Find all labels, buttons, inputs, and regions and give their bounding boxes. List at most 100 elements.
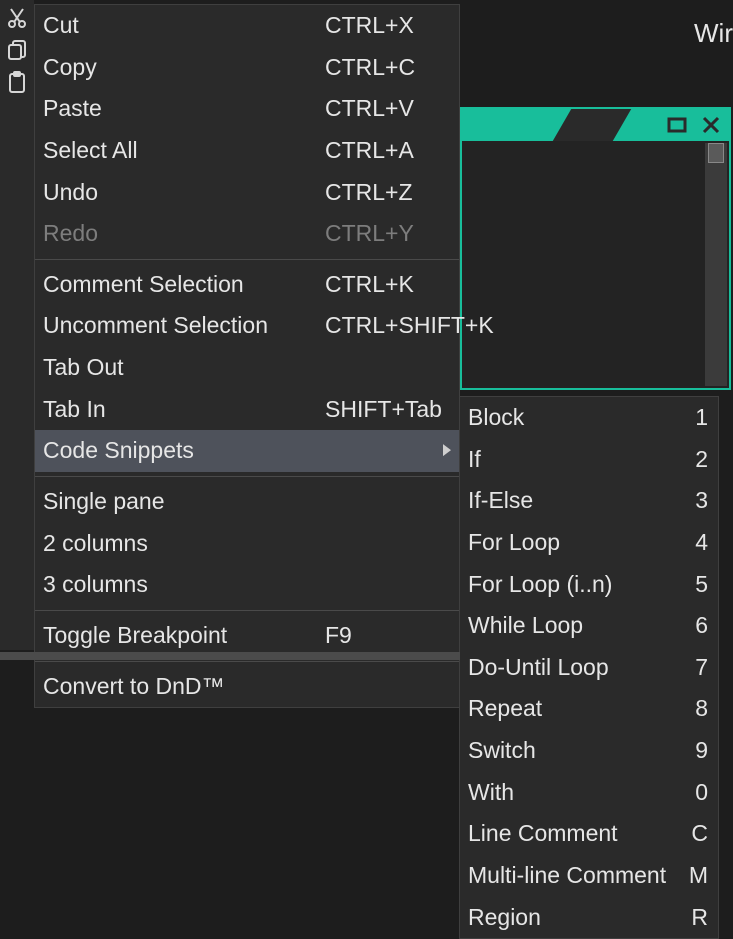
- menu-item-label: Toggle Breakpoint: [43, 618, 227, 654]
- menu-item-label: With: [468, 775, 514, 811]
- menu-item-uncomment[interactable]: Uncomment SelectionCTRL+SHIFT+K: [35, 305, 459, 347]
- menu-item-comment[interactable]: Comment Selection CTRL+K: [35, 264, 459, 306]
- cut-icon[interactable]: [5, 6, 29, 30]
- menu-item-label: Paste: [43, 91, 102, 127]
- menu-item-label: Uncomment Selection: [43, 308, 268, 344]
- close-icon[interactable]: [701, 115, 721, 135]
- menu-item-label: Comment Selection: [43, 267, 244, 303]
- menu-item-label: Select All: [43, 133, 138, 169]
- menu-item-shortcut: C: [691, 816, 708, 852]
- menu-item-label: Region: [468, 900, 541, 936]
- menu-item-repeat[interactable]: Repeat 8: [460, 688, 718, 730]
- menu-item-dnd[interactable]: Convert to DnD™: [35, 666, 459, 708]
- menu-item-dountil[interactable]: Do-Until Loop 7: [460, 647, 718, 689]
- menu-item-pane3[interactable]: 3 columns: [35, 564, 459, 606]
- menu-item-shortcut: CTRL+V: [325, 91, 414, 127]
- menu-item-label: While Loop: [468, 608, 583, 644]
- menu-item-copy[interactable]: Copy CTRL+C: [35, 47, 459, 89]
- scrollbar[interactable]: [705, 143, 727, 386]
- menu-item-region[interactable]: Region R: [460, 897, 718, 939]
- menu-item-label: Undo: [43, 175, 98, 211]
- menu-item-label: 2 columns: [43, 526, 148, 562]
- menu-separator: [35, 476, 459, 477]
- partial-title: Wir: [694, 18, 733, 49]
- panel-strip: [0, 652, 460, 660]
- menu-item-undo[interactable]: Undo CTRL+Z: [35, 172, 459, 214]
- menu-item-shortcut: 0: [695, 775, 708, 811]
- menu-item-label: Code Snippets: [43, 433, 194, 469]
- menu-item-shortcut: M: [689, 858, 708, 894]
- menu-item-cut[interactable]: Cut CTRL+X: [35, 5, 459, 47]
- menu-item-shortcut: CTRL+Y: [325, 216, 414, 252]
- menu-item-for[interactable]: For Loop 4: [460, 522, 718, 564]
- menu-item-shortcut: R: [691, 900, 708, 936]
- menu-item-tab-in[interactable]: Tab In SHIFT+Tab: [35, 389, 459, 431]
- menu-item-shortcut: CTRL+K: [325, 267, 414, 303]
- maximize-icon[interactable]: [667, 115, 687, 135]
- menu-item-label: Copy: [43, 50, 97, 86]
- menu-item-while[interactable]: While Loop 6: [460, 605, 718, 647]
- menu-item-snippets[interactable]: Code Snippets: [35, 430, 459, 472]
- menu-item-label: Multi-line Comment: [468, 858, 666, 894]
- menu-item-label: Convert to DnD™: [43, 669, 225, 705]
- menu-item-label: Line Comment: [468, 816, 618, 852]
- menu-item-label: Tab In: [43, 392, 106, 428]
- menu-item-shortcut: CTRL+Z: [325, 175, 413, 211]
- menu-item-label: If: [468, 442, 481, 478]
- menu-separator: [35, 259, 459, 260]
- menu-item-label: Single pane: [43, 484, 165, 520]
- menu-item-label: For Loop (i..n): [468, 567, 612, 603]
- menu-item-label: Switch: [468, 733, 536, 769]
- menu-item-shortcut: CTRL+X: [325, 8, 414, 44]
- menu-item-shortcut: 7: [695, 650, 708, 686]
- titlebar-notch: [553, 109, 631, 141]
- menu-item-pane2[interactable]: 2 columns: [35, 523, 459, 565]
- menu-item-block[interactable]: Block 1: [460, 397, 718, 439]
- menu-separator: [35, 661, 459, 662]
- menu-item-forn[interactable]: For Loop (i..n) 5: [460, 564, 718, 606]
- menu-item-paste[interactable]: Paste CTRL+V: [35, 88, 459, 130]
- menu-item-shortcut: 4: [695, 525, 708, 561]
- context-menu: CutCTRL+XCopyCTRL+CPasteCTRL+VSelect All…: [34, 4, 460, 708]
- menu-item-shortcut: 1: [695, 400, 708, 436]
- menu-item-switch[interactable]: Switch 9: [460, 730, 718, 772]
- snippets-submenu: Block1If2If-Else3For Loop4For Loop (i..n…: [459, 396, 719, 939]
- menu-item-shortcut: 9: [695, 733, 708, 769]
- editor-titlebar: [462, 109, 729, 141]
- menu-item-label: 3 columns: [43, 567, 148, 603]
- menu-item-label: For Loop: [468, 525, 560, 561]
- menu-item-lcomment[interactable]: Line Comment C: [460, 813, 718, 855]
- menu-item-label: If-Else: [468, 483, 533, 519]
- menu-item-label: Do-Until Loop: [468, 650, 609, 686]
- menu-item-breakpoint[interactable]: Toggle Breakpoint F9: [35, 615, 459, 657]
- chevron-right-icon: [441, 433, 453, 469]
- menu-item-if[interactable]: If 2: [460, 439, 718, 481]
- menu-item-shortcut: 6: [695, 608, 708, 644]
- menu-item-mcomment[interactable]: Multi-line Comment M: [460, 855, 718, 897]
- menu-item-redo: Redo CTRL+Y: [35, 213, 459, 255]
- editor-window: [460, 107, 731, 390]
- menu-item-with[interactable]: With 0: [460, 772, 718, 814]
- menu-item-label: Cut: [43, 8, 79, 44]
- menu-item-tab-out[interactable]: Tab Out: [35, 347, 459, 389]
- menu-item-shortcut: 2: [695, 442, 708, 478]
- menu-item-label: Repeat: [468, 691, 542, 727]
- menu-item-shortcut: CTRL+A: [325, 133, 414, 169]
- menu-item-shortcut: SHIFT+Tab: [325, 392, 442, 428]
- menu-item-label: Block: [468, 400, 524, 436]
- toolbar-gutter: [0, 0, 34, 650]
- menu-item-shortcut: 3: [695, 483, 708, 519]
- menu-separator: [35, 610, 459, 611]
- paste-icon[interactable]: [5, 70, 29, 94]
- menu-item-shortcut: 8: [695, 691, 708, 727]
- menu-item-pane1[interactable]: Single pane: [35, 481, 459, 523]
- menu-item-shortcut: CTRL+SHIFT+K: [325, 308, 494, 344]
- copy-icon[interactable]: [5, 38, 29, 62]
- menu-item-label: Tab Out: [43, 350, 124, 386]
- menu-item-ifelse[interactable]: If-Else 3: [460, 480, 718, 522]
- menu-item-label: Redo: [43, 216, 98, 252]
- menu-item-shortcut: CTRL+C: [325, 50, 415, 86]
- menu-item-select-all[interactable]: Select All CTRL+A: [35, 130, 459, 172]
- menu-item-shortcut: 5: [695, 567, 708, 603]
- menu-item-shortcut: F9: [325, 618, 352, 654]
